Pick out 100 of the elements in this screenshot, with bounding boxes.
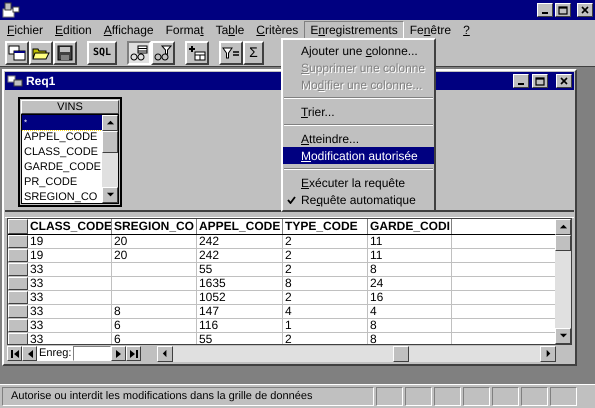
- status-text: Autorise ou interdit les modifications dans la grille de données: [2, 387, 374, 406]
- first-record-button[interactable]: [7, 346, 22, 361]
- table-cell: 8: [283, 277, 368, 290]
- field-list-item[interactable]: *: [22, 115, 102, 130]
- table-cell: 8: [112, 305, 197, 318]
- scroll-down-button[interactable]: [102, 187, 118, 203]
- arrow-right-icon: [544, 349, 552, 358]
- table-cell: 1: [283, 319, 368, 332]
- scroll-left-button[interactable]: [157, 346, 174, 362]
- menu-option[interactable]: Modification autorisée: [283, 147, 434, 164]
- close-icon: [560, 77, 568, 85]
- table-cell: 2: [283, 249, 368, 262]
- menu-option[interactable]: Exécuter la requête: [283, 174, 434, 191]
- window-title: Req1: [26, 73, 56, 90]
- table-cell: 11: [368, 235, 452, 248]
- toolbar-button[interactable]: [127, 40, 152, 64]
- menu-option[interactable]: Ajouter une colonne...: [283, 42, 434, 59]
- close-button[interactable]: [577, 3, 593, 17]
- scroll-up-button[interactable]: [102, 115, 118, 131]
- table-cell: 242: [197, 249, 283, 262]
- prev-record-button[interactable]: [22, 346, 37, 361]
- table-cell: 4: [368, 305, 452, 318]
- table-cell: 8: [368, 263, 452, 276]
- field-list-item[interactable]: SREGION_CO: [22, 190, 102, 203]
- table-cell: 2: [283, 291, 368, 304]
- status-panel: [550, 387, 577, 406]
- table-cell: 55: [197, 263, 283, 276]
- plus-table-icon: [188, 44, 206, 60]
- scroll-up-button[interactable]: [555, 219, 571, 235]
- menu-item[interactable]: Critères: [250, 20, 304, 38]
- sum-button[interactable]: Σ: [243, 40, 264, 64]
- maximize-button[interactable]: [555, 3, 571, 17]
- last-record-button[interactable]: [126, 346, 142, 361]
- menu-option[interactable]: Atteindre...: [283, 130, 434, 147]
- row-selector[interactable]: [8, 277, 28, 290]
- row-selector[interactable]: [8, 249, 28, 262]
- row-selector[interactable]: [8, 235, 28, 248]
- table-cell: 16: [368, 291, 452, 304]
- field-list-title: VINS: [21, 100, 119, 114]
- vertical-scrollbar[interactable]: [102, 115, 118, 203]
- table-cell: 33: [28, 305, 112, 318]
- menu-option[interactable]: Requête automatique: [283, 191, 434, 208]
- field-list-item[interactable]: GARDE_CODE: [22, 160, 102, 175]
- table-cell: 2: [283, 263, 368, 276]
- funnel-equals-icon: [222, 44, 240, 60]
- column-header[interactable]: GARDE_CODI: [368, 219, 452, 234]
- column-header[interactable]: TYPE_CODE: [283, 219, 368, 234]
- table-cell: 20: [112, 235, 197, 248]
- menu-item[interactable]: Format: [160, 20, 210, 38]
- row-selector[interactable]: [8, 333, 28, 344]
- status-panel: [405, 387, 432, 406]
- scroll-down-button[interactable]: [555, 328, 571, 344]
- scroll-thumb[interactable]: [555, 235, 571, 251]
- column-header[interactable]: SREGION_CO: [112, 219, 197, 234]
- minimize-button[interactable]: [513, 74, 529, 88]
- menu-item[interactable]: Edition: [49, 20, 98, 38]
- status-panel: [463, 387, 490, 406]
- scroll-right-button[interactable]: [540, 346, 556, 362]
- status-panel: [434, 387, 461, 406]
- menu-item[interactable]: Table: [210, 20, 250, 38]
- first-record-icon: [10, 348, 20, 358]
- scroll-thumb[interactable]: [102, 131, 118, 153]
- field-list-item[interactable]: CLASS_CODE: [22, 145, 102, 160]
- glasses-funnel-icon: [154, 44, 172, 60]
- scroll-thumb[interactable]: [393, 346, 410, 362]
- column-header[interactable]: APPEL_CODE: [197, 219, 283, 234]
- maximize-button[interactable]: [532, 74, 548, 88]
- record-number-field[interactable]: [73, 346, 112, 361]
- row-selector[interactable]: [8, 319, 28, 332]
- menu-item[interactable]: Affichage: [98, 20, 160, 38]
- table-cell: 242: [197, 235, 283, 248]
- minimize-icon: [542, 12, 548, 14]
- table-cell: 4: [283, 305, 368, 318]
- horizontal-scrollbar[interactable]: [157, 346, 556, 362]
- menu-item[interactable]: Fenêtre: [404, 20, 458, 38]
- arrow-up-icon: [106, 118, 114, 128]
- windows-icon: [8, 44, 26, 60]
- table-cell: 147: [197, 305, 283, 318]
- close-button[interactable]: [556, 74, 572, 88]
- menu-item[interactable]: Fichier: [1, 20, 50, 38]
- field-list-item[interactable]: APPEL_CODE: [22, 130, 102, 145]
- status-panel: [376, 387, 403, 406]
- next-record-button[interactable]: [111, 346, 126, 361]
- table-cell: 11: [368, 249, 452, 262]
- window-icon: [7, 75, 23, 87]
- status-panel: [492, 387, 519, 406]
- table-cell: 116: [197, 319, 283, 332]
- field-list-item[interactable]: PR_CODE: [22, 175, 102, 190]
- minimize-button[interactable]: [537, 3, 553, 17]
- table-cell: 19: [28, 235, 112, 248]
- menu-option[interactable]: Trier...: [283, 103, 434, 120]
- vertical-scrollbar[interactable]: [555, 219, 571, 344]
- row-selector[interactable]: [8, 263, 28, 276]
- table-cell: 19: [28, 249, 112, 262]
- sql-button[interactable]: SQL: [87, 40, 118, 64]
- menu-item[interactable]: ?: [457, 20, 476, 38]
- table-cell: 33: [28, 319, 112, 332]
- row-selector[interactable]: [8, 291, 28, 304]
- status-panel: [521, 387, 548, 406]
- row-selector[interactable]: [8, 305, 28, 318]
